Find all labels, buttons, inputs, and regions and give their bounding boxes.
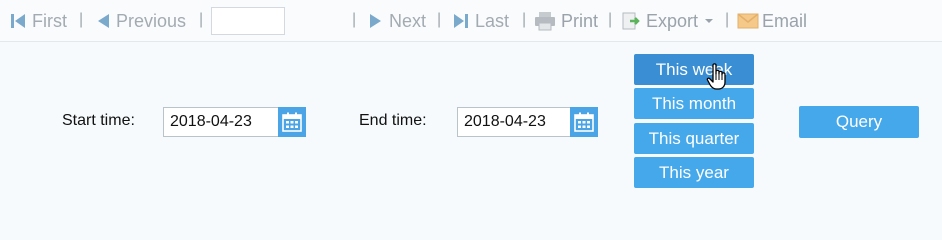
printer-icon [535,12,555,31]
previous-page-button[interactable]: Previous [95,10,186,32]
next-page-label: Next [389,10,427,31]
email-button[interactable]: Email [737,10,807,32]
start-date-picker-button[interactable] [278,107,306,137]
print-button[interactable]: Print [534,10,598,32]
last-page-icon [454,14,468,28]
chevron-down-icon [705,19,714,23]
hand-cursor-icon [706,63,726,90]
first-page-label: First [32,10,67,31]
query-button[interactable]: Query [799,106,919,138]
previous-page-label: Previous [116,10,187,31]
email-label: Email [762,10,808,31]
print-label: Print [561,10,599,31]
last-page-button[interactable]: Last [452,10,509,32]
page-number-input[interactable] [211,7,285,35]
report-toolbar: First | Previous | | Next | Last | Print… [0,0,942,42]
this-quarter-button[interactable]: This quarter [634,123,754,154]
calendar-icon [574,112,594,132]
toolbar-separator: | [199,11,204,28]
first-page-icon [11,14,25,28]
toolbar-separator: | [608,11,613,28]
this-month-button[interactable]: This month [634,88,754,119]
next-page-button[interactable]: Next [368,10,426,32]
end-date-input[interactable] [457,107,573,137]
first-page-button[interactable]: First [9,10,67,32]
toolbar-separator: | [352,11,357,28]
end-date-picker-button[interactable] [570,107,598,137]
next-page-icon [370,14,381,28]
export-label: Export [646,10,699,31]
toolbar-separator: | [79,11,84,28]
calendar-icon [282,112,302,132]
toolbar-separator: | [437,11,442,28]
this-year-button[interactable]: This year [634,157,754,188]
filter-panel: Start time: End time: This week This mon… [0,43,942,206]
start-time-label: Start time: [62,112,135,129]
previous-page-icon [98,14,109,28]
envelope-icon [737,13,759,29]
this-week-button[interactable]: This week [634,54,754,85]
export-icon [622,12,640,30]
end-time-label: End time: [359,112,427,129]
export-dropdown[interactable]: Export [621,10,714,32]
toolbar-separator: | [725,11,730,28]
toolbar-separator: | [522,11,527,28]
start-date-input[interactable] [163,107,279,137]
last-page-label: Last [475,10,510,31]
